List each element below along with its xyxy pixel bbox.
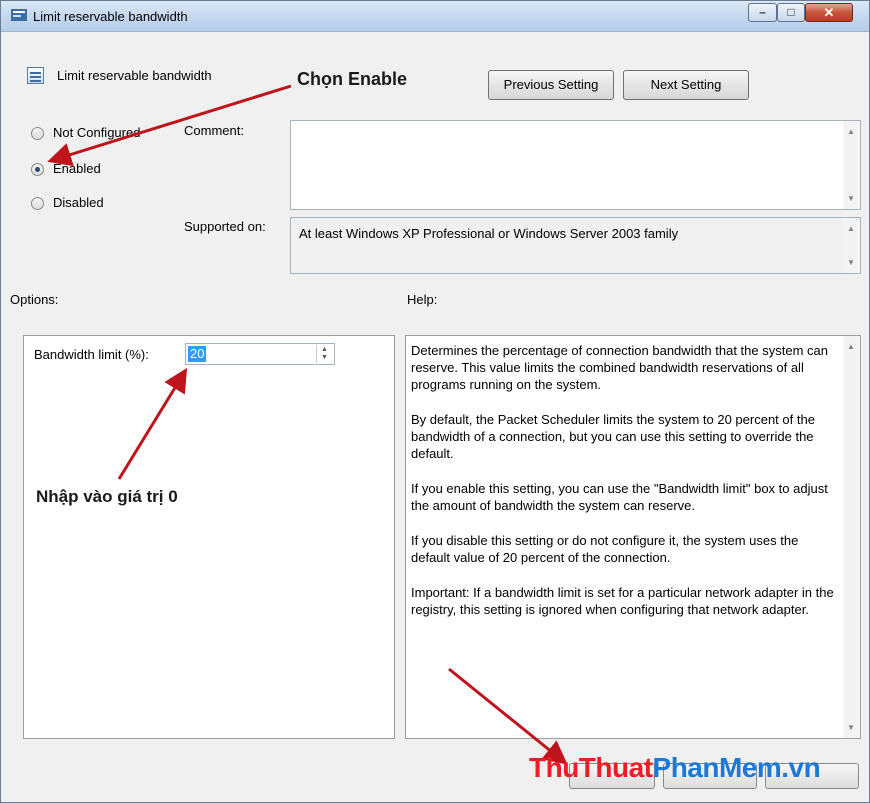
arrow-to-ok xyxy=(448,667,568,765)
annotation-arrows xyxy=(47,84,568,765)
arrow-to-bandwidth xyxy=(117,367,188,480)
arrow-to-enabled xyxy=(47,84,292,167)
watermark-logo: ThuThuatPhanMem.vn xyxy=(529,752,821,784)
watermark-part3: .vn xyxy=(781,752,821,783)
watermark-part2: PhanMem xyxy=(652,752,782,783)
watermark-part1: ThuThuat xyxy=(529,752,653,783)
dialog-window: Limit reservable bandwidth – □ ✕ Limit r… xyxy=(0,0,870,803)
